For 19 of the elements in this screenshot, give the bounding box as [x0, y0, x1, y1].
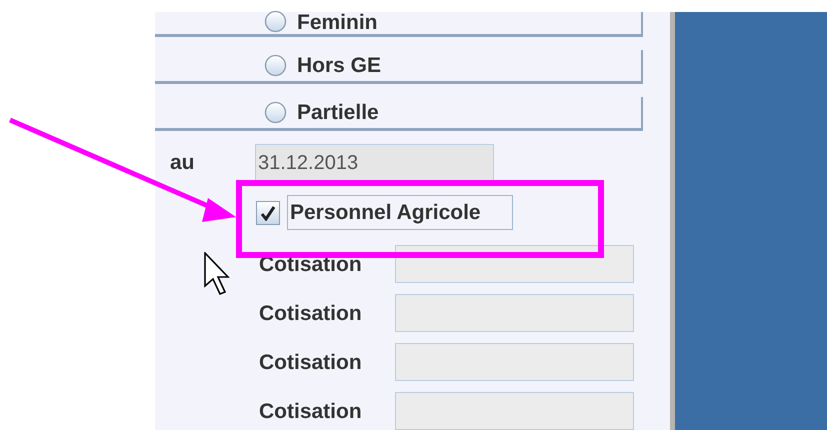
field-label: Cotisation [259, 400, 362, 422]
input-field[interactable] [395, 343, 634, 381]
checkbox[interactable] [256, 200, 280, 224]
check-icon [260, 204, 276, 220]
field-label: Cotisation [259, 352, 362, 372]
radio-option[interactable]: Partielle [155, 97, 643, 131]
field-label: au [170, 150, 196, 176]
radio-option[interactable]: Hors GE [155, 50, 643, 84]
input-field[interactable] [395, 294, 634, 332]
radio-option[interactable]: Feminin [155, 12, 643, 37]
date-field[interactable]: 31.12.2013 [255, 144, 494, 182]
field-label: Cotisation [259, 302, 362, 324]
mouse-pointer-icon [204, 252, 230, 296]
radio-icon [264, 10, 287, 33]
checkbox-label[interactable]: Personnel Agricole [287, 195, 513, 230]
field-label: Cotisation [259, 254, 362, 274]
input-field[interactable] [395, 392, 634, 430]
radio-icon [264, 101, 287, 124]
radio-icon [264, 54, 287, 77]
